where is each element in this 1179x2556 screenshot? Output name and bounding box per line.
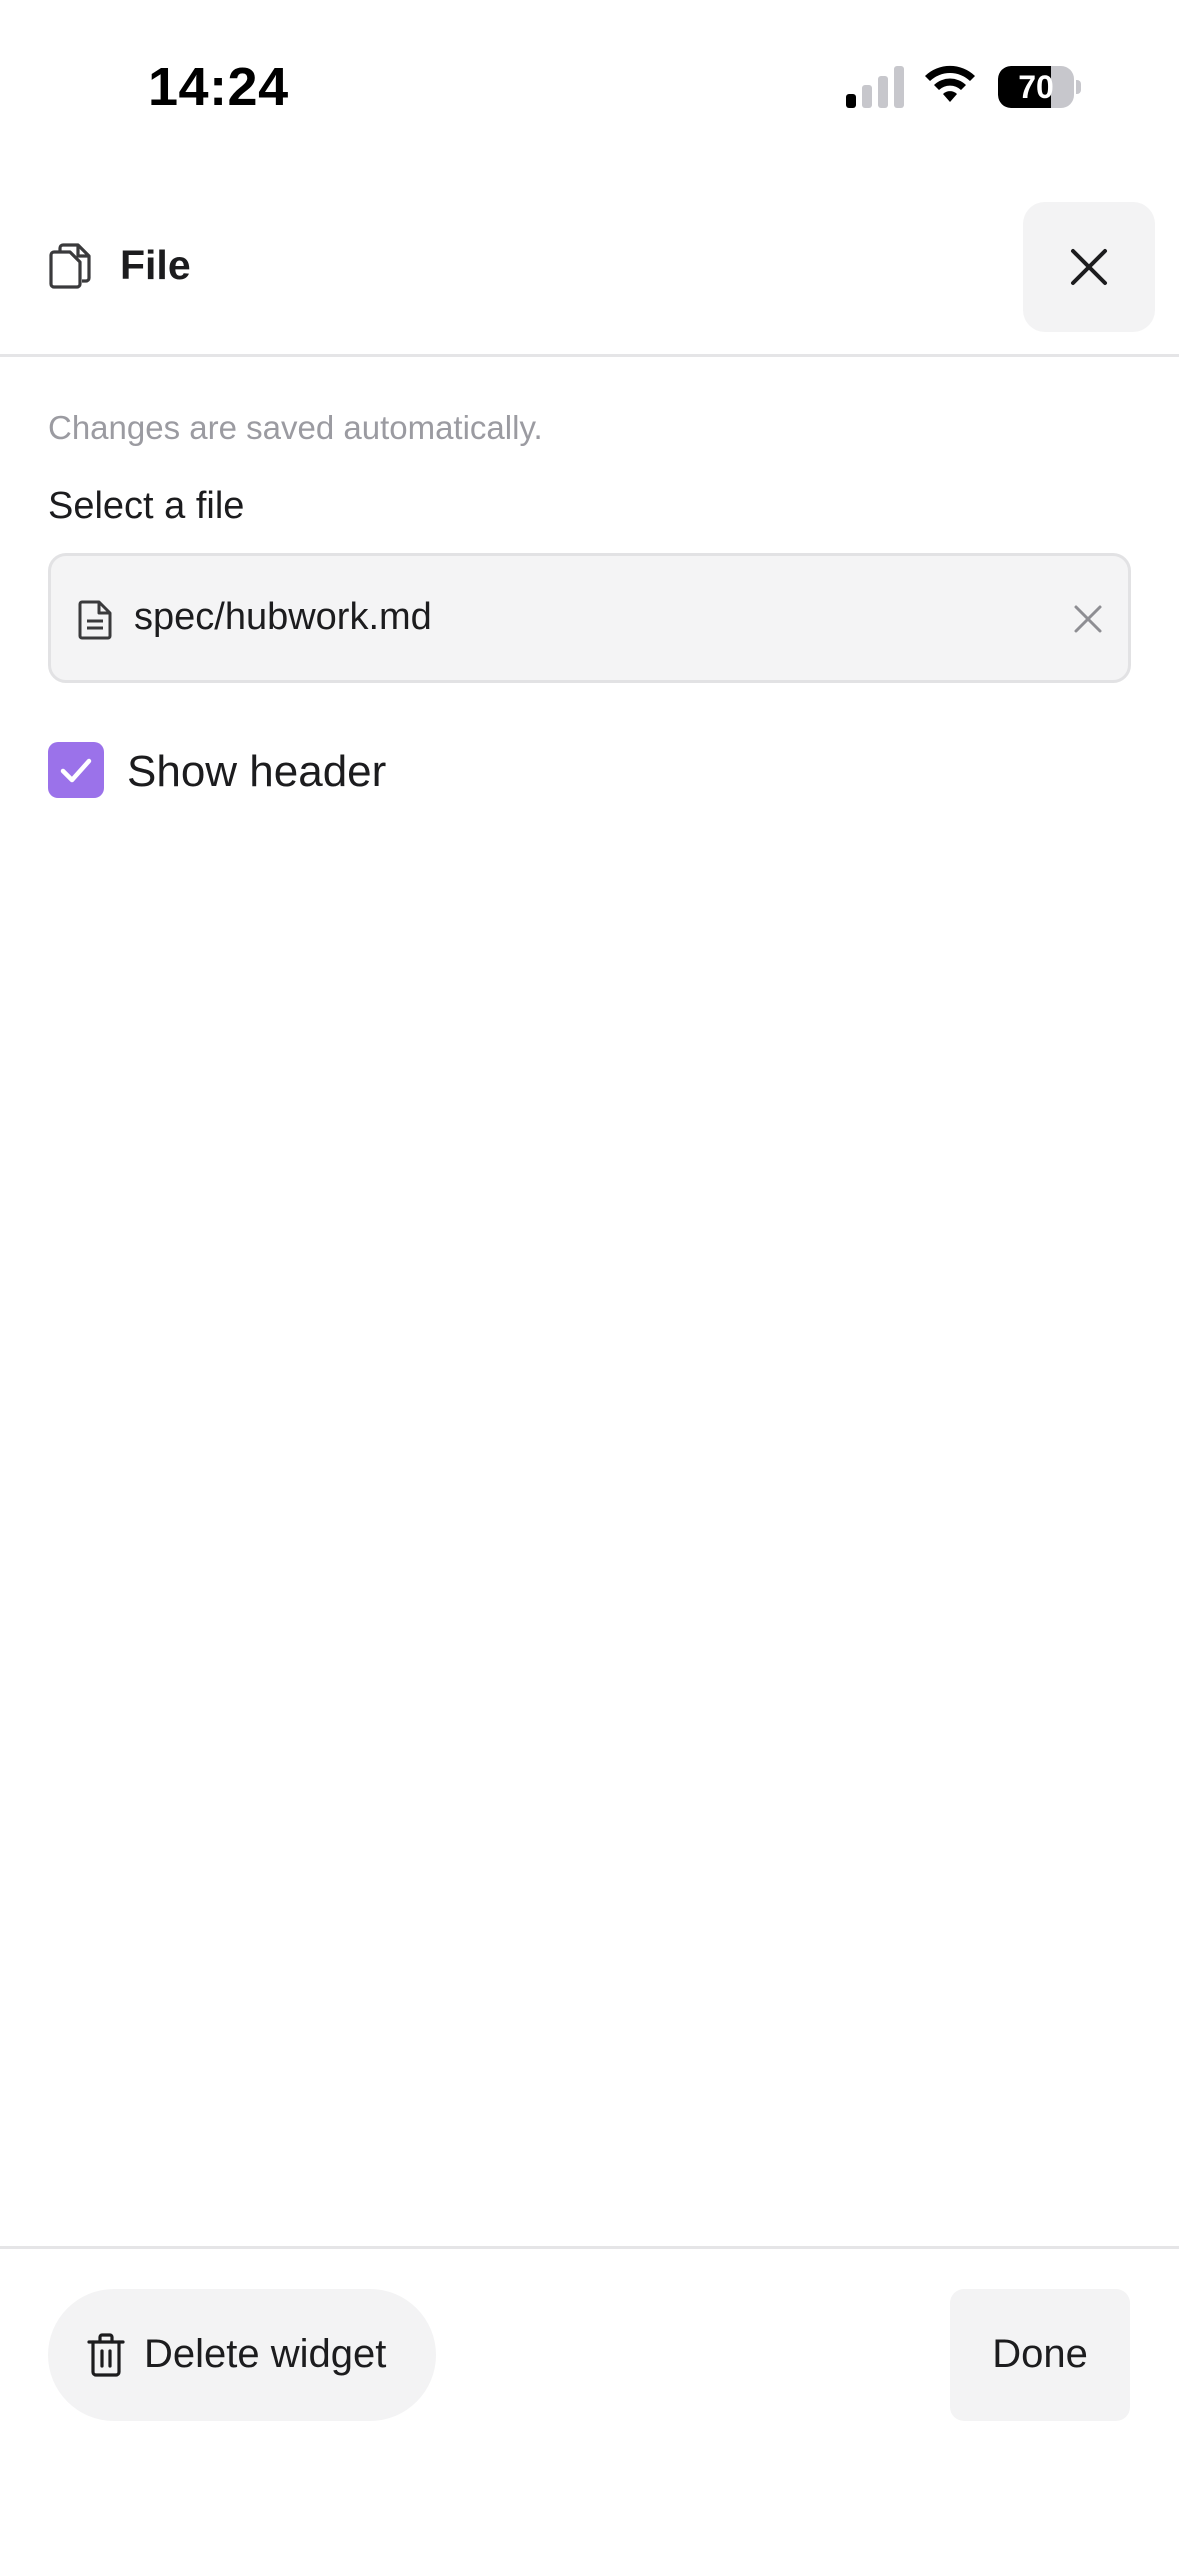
sheet-title: File bbox=[120, 242, 191, 288]
sheet-header: File bbox=[0, 150, 1179, 357]
done-label: Done bbox=[992, 2332, 1088, 2376]
battery-indicator: 70 bbox=[998, 66, 1082, 108]
cellular-signal-icon bbox=[846, 66, 904, 108]
show-header-checkbox[interactable] bbox=[48, 742, 104, 798]
trash-icon bbox=[87, 2333, 125, 2377]
close-button[interactable] bbox=[1023, 202, 1155, 332]
file-select-field[interactable]: spec/hubwork.md bbox=[48, 553, 1131, 683]
autosave-hint: Changes are saved automatically. bbox=[48, 409, 543, 446]
delete-widget-button[interactable]: Delete widget bbox=[48, 2289, 436, 2421]
done-button[interactable]: Done bbox=[950, 2289, 1130, 2421]
checkmark-icon bbox=[60, 758, 92, 783]
close-icon bbox=[1071, 249, 1107, 285]
battery-level: 70 bbox=[1018, 69, 1054, 105]
document-icon bbox=[78, 600, 112, 640]
status-time: 14:24 bbox=[148, 57, 289, 117]
delete-widget-label: Delete widget bbox=[144, 2332, 387, 2376]
select-file-label: Select a file bbox=[48, 485, 245, 527]
selected-file-value: spec/hubwork.md bbox=[134, 596, 432, 638]
file-copy-icon bbox=[49, 243, 91, 289]
clear-icon[interactable] bbox=[1071, 602, 1105, 636]
wifi-icon bbox=[925, 65, 975, 102]
show-header-option[interactable]: Show header bbox=[48, 739, 648, 801]
sheet-footer: Delete widget Done bbox=[0, 2246, 1179, 2556]
show-header-label: Show header bbox=[127, 747, 387, 796]
status-bar: 14:24 70 bbox=[0, 0, 1179, 150]
